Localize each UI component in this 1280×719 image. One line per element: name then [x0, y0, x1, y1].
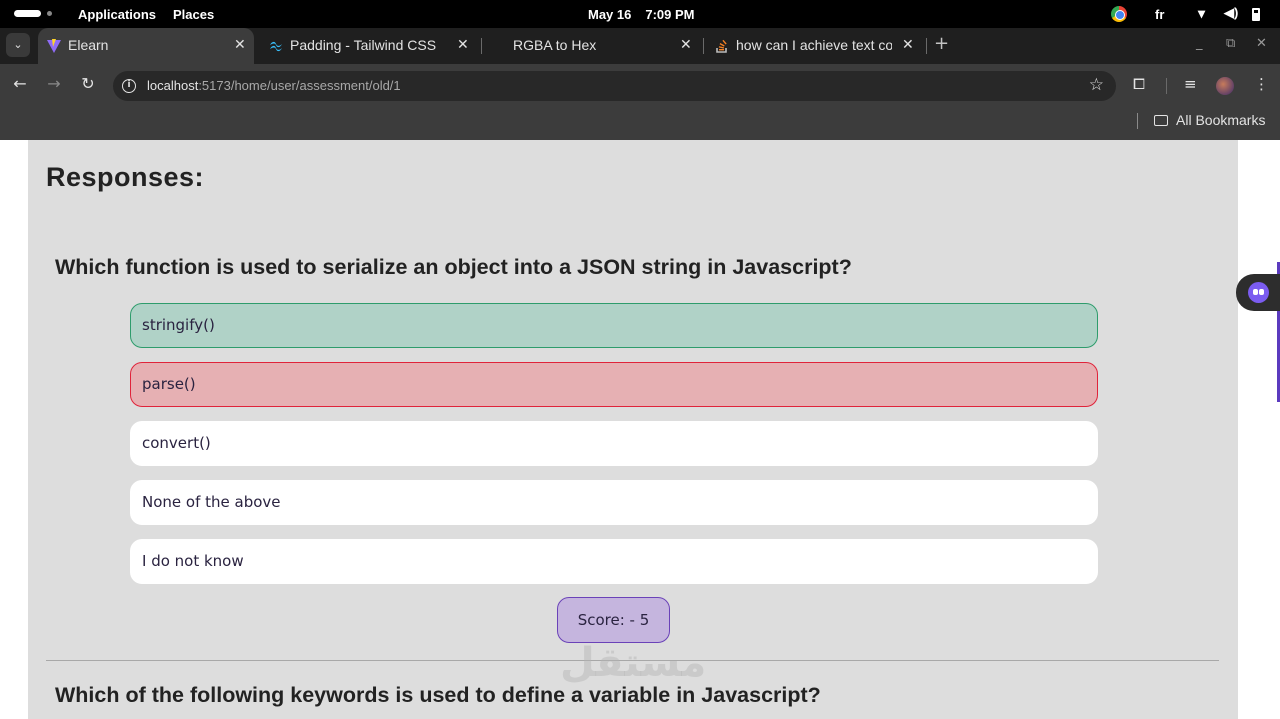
url-path: :5173/home/user/assessment/old/1: [198, 78, 401, 93]
browser-toolbar: ← → ↻ i localhost:5173/home/user/assessm…: [0, 64, 1280, 106]
workspace-dot: [47, 11, 52, 16]
tab-close-icon[interactable]: ✕: [902, 36, 914, 53]
toolbar-separator: [1166, 78, 1167, 94]
reload-icon[interactable]: ↻: [77, 73, 99, 95]
responses-heading: Responses:: [46, 162, 205, 192]
option-i-do-not-know: I do not know: [130, 539, 1098, 584]
address-bar[interactable]: i localhost:5173/home/user/assessment/ol…: [113, 71, 1116, 101]
media-queue-icon[interactable]: ≡: [1184, 75, 1197, 93]
folder-icon: [1154, 115, 1168, 126]
keyboard-language-indicator[interactable]: fr: [1155, 7, 1164, 22]
restore-window-icon[interactable]: ⧉: [1226, 36, 1235, 51]
question-2-text: Which of the following keywords is used …: [55, 683, 821, 707]
option-convert: convert(): [130, 421, 1098, 466]
url-host: localhost: [147, 78, 199, 93]
places-menu[interactable]: Places: [173, 7, 214, 22]
tailwind-favicon-icon: [270, 41, 282, 52]
site-info-icon[interactable]: i: [122, 79, 136, 93]
floating-assistant-button[interactable]: [1236, 274, 1280, 311]
watermark-logo: مستقل: [560, 640, 707, 686]
tab-rgba-to-hex[interactable]: RGBA to Hex ✕: [485, 28, 697, 64]
wifi-icon[interactable]: ▾: [1198, 5, 1205, 22]
option-parse-wrong: parse(): [130, 362, 1098, 407]
tab-search-chevron-icon[interactable]: ⌄: [6, 33, 30, 57]
chrome-tray-icon[interactable]: [1111, 6, 1127, 22]
option-none-of-the-above: None of the above: [130, 480, 1098, 525]
tab-close-icon[interactable]: ✕: [457, 36, 469, 53]
option-stringify-correct: stringify(): [130, 303, 1098, 348]
browser-menu-kebab-icon[interactable]: ⋮: [1254, 75, 1269, 93]
score-badge: Score: - 5: [557, 597, 670, 643]
clock-date: May 16: [588, 7, 632, 22]
tab-close-icon[interactable]: ✕: [234, 36, 246, 53]
bookmarks-bar: All Bookmarks: [0, 106, 1280, 140]
activities-indicator[interactable]: [14, 10, 41, 17]
volume-icon[interactable]: ◀): [1224, 5, 1238, 21]
url-text[interactable]: localhost:5173/home/user/assessment/old/…: [147, 78, 401, 93]
all-bookmarks-button[interactable]: All Bookmarks: [1176, 112, 1265, 128]
stackoverflow-favicon-icon: [716, 39, 727, 53]
forward-arrow-icon[interactable]: →: [43, 73, 65, 95]
profile-avatar[interactable]: [1216, 77, 1234, 95]
question-1-text: Which function is used to serialize an o…: [55, 255, 852, 279]
back-arrow-icon[interactable]: ←: [9, 73, 31, 95]
bookmark-star-icon[interactable]: ☆: [1089, 75, 1104, 95]
bookmarks-separator: [1137, 113, 1138, 129]
clock[interactable]: May 16 7:09 PM: [588, 7, 709, 22]
tab-separator: [926, 38, 927, 54]
tab-title: how can I achieve text co: [736, 37, 892, 53]
minimize-window-icon[interactable]: _: [1196, 36, 1203, 51]
chatbot-icon: [1248, 282, 1269, 303]
tab-elearn[interactable]: Elearn ✕: [38, 28, 254, 64]
page-viewport: Responses: Which function is used to ser…: [0, 140, 1280, 719]
tab-stackoverflow[interactable]: how can I achieve text co ✕: [708, 28, 920, 64]
extensions-puzzle-icon[interactable]: ⧠: [1133, 75, 1145, 93]
new-tab-plus-icon[interactable]: +: [934, 33, 949, 54]
tab-title: Elearn: [68, 37, 109, 53]
browser-tab-strip: ⌄ Elearn ✕ Padding - Tailwind CSS ✕ RGBA…: [0, 28, 1280, 64]
tab-separator: [703, 38, 704, 54]
battery-icon[interactable]: [1252, 8, 1260, 21]
clock-time: 7:09 PM: [645, 7, 695, 22]
tab-separator: [481, 38, 482, 54]
tab-padding-tailwind[interactable]: Padding - Tailwind CSS ✕: [262, 28, 474, 64]
applications-menu[interactable]: Applications: [78, 7, 156, 22]
tab-title: RGBA to Hex: [513, 37, 597, 53]
vite-favicon-icon: [47, 39, 61, 53]
assessment-panel: Responses: Which function is used to ser…: [28, 140, 1238, 719]
tab-title: Padding - Tailwind CSS: [290, 37, 437, 53]
tab-close-icon[interactable]: ✕: [680, 36, 692, 53]
close-window-icon[interactable]: ✕: [1256, 36, 1267, 51]
system-top-bar: Applications Places May 16 7:09 PM fr ▾ ◀…: [0, 0, 1280, 28]
